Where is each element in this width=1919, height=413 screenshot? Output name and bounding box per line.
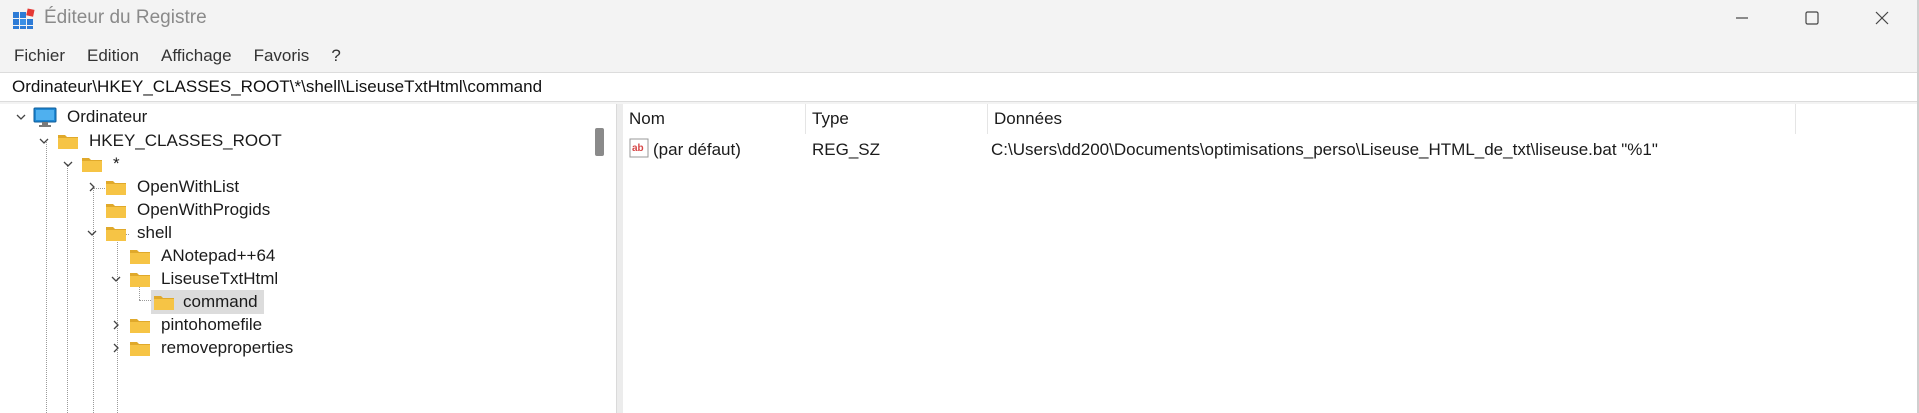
menu-help[interactable]: ? xyxy=(319,40,350,70)
value-row[interactable]: ab (par défaut) REG_SZ C:\Users\dd200\Do… xyxy=(623,136,1917,162)
folder-icon xyxy=(130,342,150,356)
tree-node-label: removeproperties xyxy=(161,338,294,357)
window-title: Éditeur du Registre xyxy=(44,7,207,28)
chevron-down-icon[interactable] xyxy=(37,134,51,148)
tree-node-label: OpenWithProgids xyxy=(137,200,271,219)
menu-affichage[interactable]: Affichage xyxy=(149,40,242,70)
chevron-right-icon[interactable] xyxy=(109,318,123,332)
value-type: REG_SZ xyxy=(812,140,881,159)
address-path[interactable]: Ordinateur\HKEY_CLASSES_ROOT\*\shell\Lis… xyxy=(12,77,542,97)
computer-icon xyxy=(33,107,57,127)
column-header-donnees[interactable]: Données xyxy=(988,104,1796,134)
chevron-down-icon[interactable] xyxy=(14,110,28,124)
minimize-button[interactable] xyxy=(1707,0,1777,36)
tree-node-label: OpenWithList xyxy=(137,177,240,196)
tree-node-label: LiseuseTxtHtml xyxy=(161,269,279,288)
folder-icon xyxy=(106,204,126,218)
menu-fichier[interactable]: Fichier xyxy=(0,40,75,70)
chevron-down-icon[interactable] xyxy=(109,272,123,286)
column-header-nom[interactable]: Nom xyxy=(623,104,806,134)
title-bar: Éditeur du Registre xyxy=(0,0,1919,36)
column-header-type[interactable]: Type xyxy=(806,104,988,134)
scrollbar-thumb[interactable] xyxy=(595,128,604,156)
tree-node-label: command xyxy=(183,292,258,311)
close-icon xyxy=(1875,11,1889,25)
maximize-icon xyxy=(1805,11,1819,25)
folder-icon xyxy=(82,158,102,172)
close-button[interactable] xyxy=(1847,0,1917,36)
address-bar[interactable]: Ordinateur\HKEY_CLASSES_ROOT\*\shell\Lis… xyxy=(0,72,1917,102)
folder-icon xyxy=(58,135,78,149)
value-data: C:\Users\dd200\Documents\optimisations_p… xyxy=(991,140,1658,159)
chevron-down-icon[interactable] xyxy=(85,226,99,240)
folder-icon xyxy=(106,227,126,241)
folder-icon xyxy=(130,250,150,264)
chevron-right-icon[interactable] xyxy=(109,341,123,355)
values-list[interactable]: Nom Type Données ab (par défaut) REG_SZ … xyxy=(623,104,1917,413)
minimize-icon xyxy=(1736,17,1748,19)
tree-node-removeproperties[interactable]: removeproperties xyxy=(0,335,297,361)
folder-icon xyxy=(130,273,150,287)
chevron-right-icon[interactable] xyxy=(85,180,99,194)
column-header-label: Type xyxy=(812,109,849,128)
tree-node-label: * xyxy=(113,154,120,173)
folder-icon xyxy=(130,319,150,333)
tree-node-ordinateur[interactable]: Ordinateur xyxy=(0,104,151,130)
value-name: (par défaut) xyxy=(653,140,741,159)
tree-node-label: HKEY_CLASSES_ROOT xyxy=(89,131,282,150)
key-tree[interactable]: Ordinateur HKEY_CLASSES_ROOT * OpenWithL… xyxy=(0,104,616,413)
tree-node-label: Ordinateur xyxy=(67,107,148,126)
chevron-down-icon[interactable] xyxy=(61,157,75,171)
column-header-label: Nom xyxy=(629,109,665,128)
string-value-icon: ab xyxy=(629,138,649,158)
menu-favoris[interactable]: Favoris xyxy=(242,40,320,70)
menu-bar: Fichier Edition Affichage Favoris ? xyxy=(0,40,351,70)
tree-node-label: ANotepad++64 xyxy=(161,246,276,265)
svg-text:ab: ab xyxy=(632,143,644,154)
tree-scrollbar[interactable] xyxy=(588,104,610,413)
folder-icon xyxy=(154,296,174,310)
column-header-label: Données xyxy=(994,109,1063,128)
registry-editor-icon xyxy=(13,8,35,29)
folder-icon xyxy=(106,181,126,195)
tree-node-label: pintohomefile xyxy=(161,315,263,334)
tree-node-label: shell xyxy=(137,223,172,242)
selection-highlight: command xyxy=(151,290,264,314)
maximize-button[interactable] xyxy=(1777,0,1847,36)
menu-edition[interactable]: Edition xyxy=(75,40,149,70)
